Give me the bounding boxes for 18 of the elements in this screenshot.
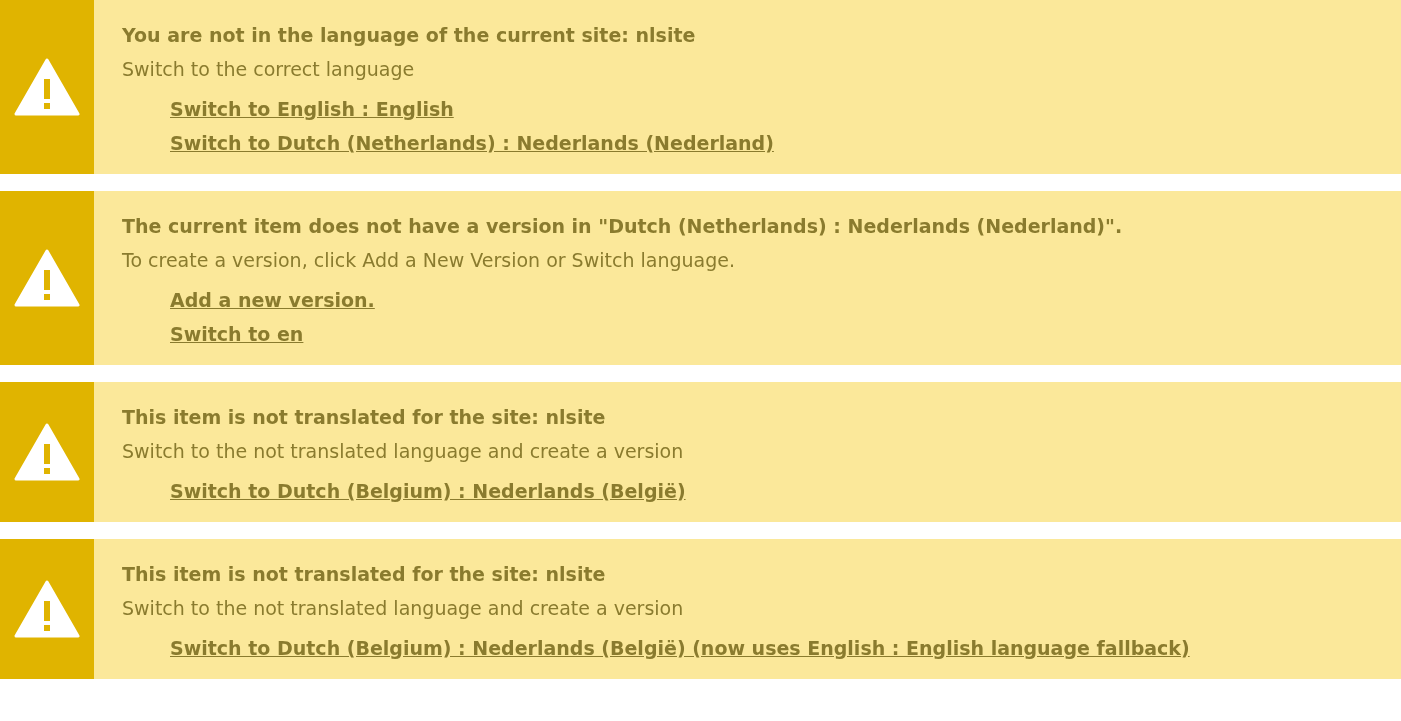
message-title: The current item does not have a version in "Dutch (Netherlands) : Nederlands (Nederland)".: [122, 214, 1123, 239]
message-title: This item is not translated for the site: nlsite: [122, 405, 607, 430]
warning-icon: [14, 249, 80, 307]
warning-icon: [14, 423, 80, 481]
warning-icon: [14, 580, 80, 638]
language-link[interactable]: Switch to Dutch (Belgium) : Nederlands (België) (now uses English : English language fallback): [170, 631, 1190, 665]
warning-icon: [14, 58, 80, 116]
language-link[interactable]: Add a new version.: [170, 283, 375, 317]
language-link[interactable]: Switch to Dutch (Netherlands) : Nederlands (Nederland): [170, 126, 774, 160]
message-title: This item is not translated for the site: nlsite: [122, 562, 607, 587]
language-link[interactable]: Switch to English : English: [170, 92, 454, 126]
message-description: Switch to the not translated language and create a version: [122, 596, 685, 621]
message-description: Switch to the correct language: [122, 57, 416, 82]
message-description: To create a version, click Add a New Version or Switch language.: [122, 248, 736, 273]
message-description: Switch to the not translated language and create a version: [122, 439, 685, 464]
language-link[interactable]: Switch to en: [170, 317, 304, 351]
language-link[interactable]: Switch to Dutch (Belgium) : Nederlands (België): [170, 474, 686, 508]
message-title: You are not in the language of the current site: nlsite: [122, 23, 697, 48]
